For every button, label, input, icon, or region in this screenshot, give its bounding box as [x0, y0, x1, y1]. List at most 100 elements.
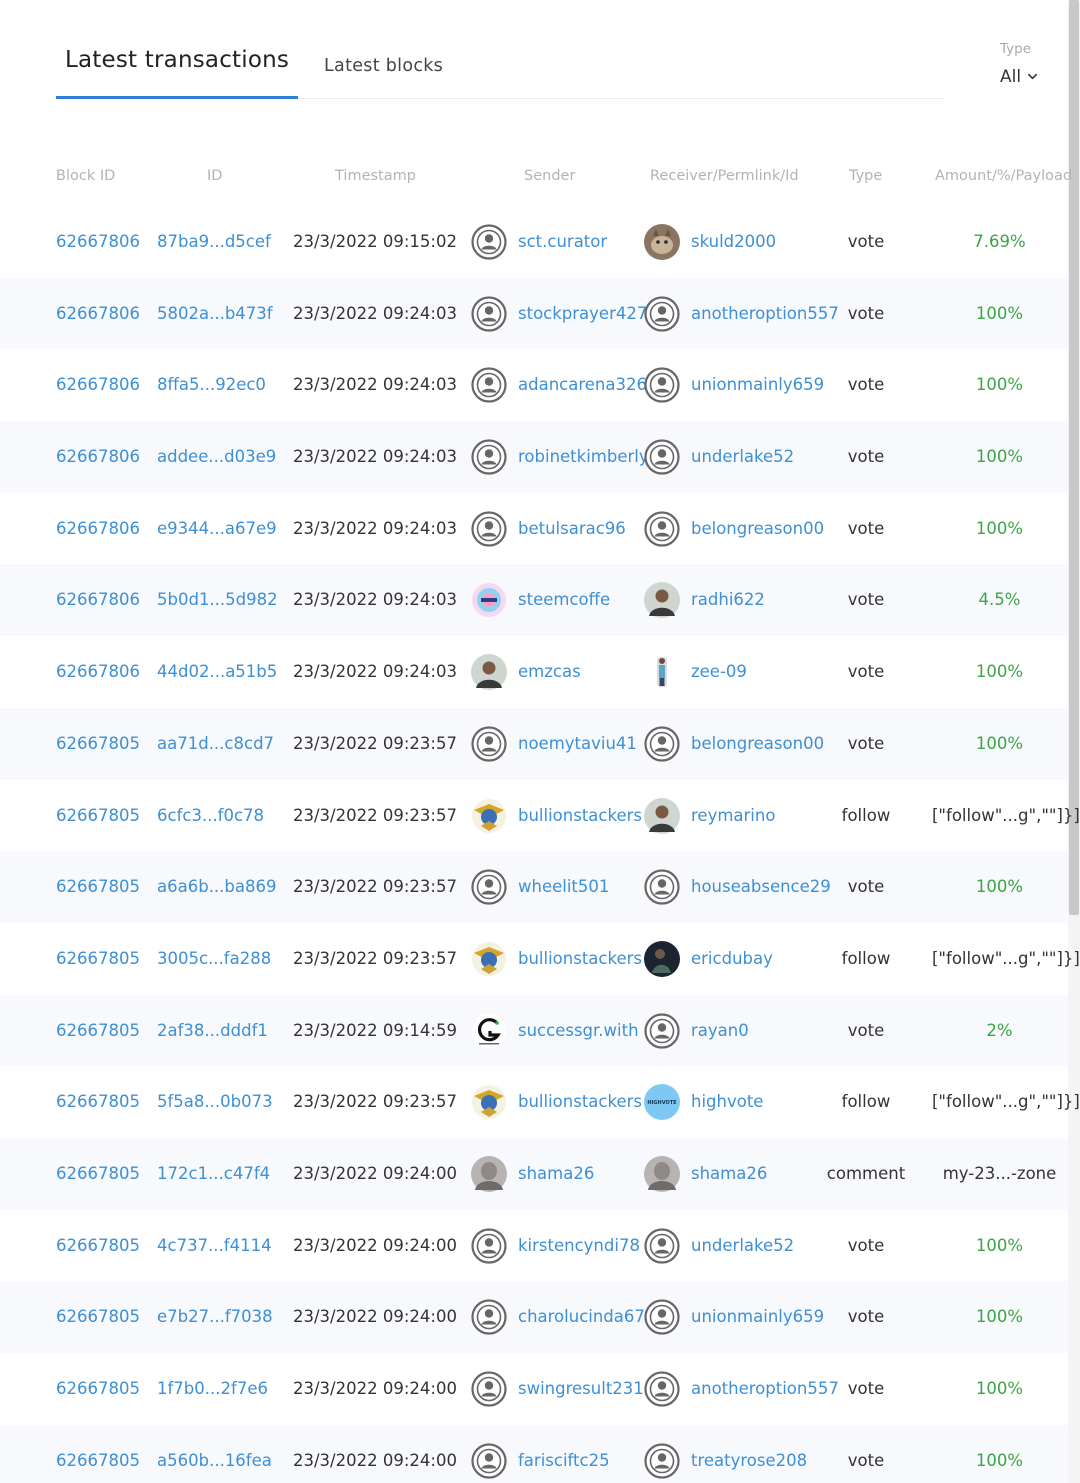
- transaction-id-link[interactable]: addee...d03e9: [157, 421, 276, 493]
- block-id-link[interactable]: 62667805: [56, 780, 140, 852]
- sender-link[interactable]: bullionstackers: [518, 923, 642, 995]
- receiver-link[interactable]: unionmainly659: [691, 1281, 824, 1353]
- sender-link[interactable]: steemcoffe: [518, 564, 610, 636]
- sender-link[interactable]: charolucinda67: [518, 1281, 645, 1353]
- sender-avatar[interactable]: [471, 367, 507, 403]
- block-id-link[interactable]: 62667806: [56, 278, 140, 350]
- receiver-link[interactable]: underlake52: [691, 1210, 794, 1282]
- sender-avatar[interactable]: [471, 654, 507, 691]
- transaction-id-link[interactable]: 4c737...f4114: [157, 1210, 272, 1282]
- transaction-id-link[interactable]: 5802a...b473f: [157, 278, 273, 350]
- sender-link[interactable]: shama26: [518, 1138, 594, 1210]
- sender-link[interactable]: bullionstackers: [518, 1066, 642, 1138]
- sender-avatar[interactable]: [471, 726, 507, 762]
- receiver-avatar[interactable]: [644, 1155, 680, 1192]
- transaction-id-link[interactable]: 5b0d1...5d982: [157, 564, 278, 636]
- sender-avatar[interactable]: [471, 1371, 507, 1407]
- sender-avatar[interactable]: [471, 582, 507, 618]
- block-id-link[interactable]: 62667805: [56, 1210, 140, 1282]
- receiver-link[interactable]: radhi622: [691, 564, 765, 636]
- block-id-link[interactable]: 62667805: [56, 1353, 140, 1425]
- sender-avatar[interactable]: [471, 224, 507, 260]
- block-id-link[interactable]: 62667805: [56, 1138, 140, 1210]
- type-filter[interactable]: Type All: [1000, 40, 1060, 90]
- receiver-avatar[interactable]: [644, 1012, 680, 1049]
- sender-link[interactable]: emzcas: [518, 636, 581, 708]
- sender-link[interactable]: sct.curator: [518, 206, 607, 278]
- block-id-link[interactable]: 62667805: [56, 923, 140, 995]
- sender-link[interactable]: stockprayer427: [518, 278, 647, 350]
- sender-avatar[interactable]: [471, 1084, 507, 1120]
- receiver-avatar[interactable]: [644, 224, 680, 260]
- receiver-link[interactable]: highvote: [691, 1066, 763, 1138]
- receiver-avatar[interactable]: [644, 367, 680, 403]
- receiver-avatar[interactable]: [644, 940, 680, 977]
- scrollbar-track[interactable]: [1068, 0, 1080, 1483]
- sender-link[interactable]: wheelit501: [518, 851, 609, 923]
- receiver-avatar[interactable]: [644, 296, 680, 332]
- sender-link[interactable]: betulsarac96: [518, 493, 626, 565]
- block-id-link[interactable]: 62667805: [56, 1281, 140, 1353]
- sender-link[interactable]: farisciftc25: [518, 1425, 610, 1483]
- block-id-link[interactable]: 62667805: [56, 1425, 140, 1483]
- sender-avatar[interactable]: [471, 798, 507, 834]
- block-id-link[interactable]: 62667806: [56, 206, 140, 278]
- transaction-id-link[interactable]: e9344...a67e9: [157, 493, 277, 565]
- tab-latest-blocks[interactable]: Latest blocks: [298, 40, 468, 99]
- sender-avatar[interactable]: [471, 1443, 507, 1479]
- receiver-avatar[interactable]: [644, 1371, 680, 1407]
- sender-avatar[interactable]: [471, 941, 507, 977]
- sender-avatar[interactable]: [471, 1013, 507, 1049]
- transaction-id-link[interactable]: 2af38...dddf1: [157, 995, 268, 1067]
- receiver-avatar[interactable]: [644, 869, 680, 905]
- transaction-id-link[interactable]: 6cfc3...f0c78: [157, 780, 264, 852]
- sender-link[interactable]: adancarena326: [518, 349, 647, 421]
- transaction-id-link[interactable]: 8ffa5...92ec0: [157, 349, 266, 421]
- transaction-id-link[interactable]: 1f7b0...2f7e6: [157, 1353, 268, 1425]
- receiver-avatar[interactable]: [644, 726, 680, 762]
- block-id-link[interactable]: 62667805: [56, 708, 140, 780]
- sender-link[interactable]: bullionstackers: [518, 780, 642, 852]
- block-id-link[interactable]: 62667806: [56, 421, 140, 493]
- transaction-id-link[interactable]: a560b...16fea: [157, 1425, 272, 1483]
- sender-link[interactable]: robinetkimberly: [518, 421, 649, 493]
- receiver-avatar[interactable]: [644, 582, 680, 619]
- receiver-link[interactable]: skuld2000: [691, 206, 776, 278]
- sender-avatar[interactable]: [471, 1299, 507, 1335]
- sender-avatar[interactable]: [471, 511, 507, 547]
- scrollbar-thumb[interactable]: [1069, 0, 1079, 915]
- transaction-id-link[interactable]: e7b27...f7038: [157, 1281, 273, 1353]
- sender-avatar[interactable]: [471, 439, 507, 475]
- receiver-avatar[interactable]: [644, 439, 680, 475]
- receiver-link[interactable]: zee-09: [691, 636, 747, 708]
- transaction-id-link[interactable]: 87ba9...d5cef: [157, 206, 271, 278]
- sender-avatar[interactable]: [471, 869, 507, 905]
- sender-link[interactable]: kirstencyndi78: [518, 1210, 640, 1282]
- block-id-link[interactable]: 62667806: [56, 349, 140, 421]
- receiver-link[interactable]: reymarino: [691, 780, 775, 852]
- block-id-link[interactable]: 62667805: [56, 851, 140, 923]
- block-id-link[interactable]: 62667805: [56, 995, 140, 1067]
- transaction-id-link[interactable]: 44d02...a51b5: [157, 636, 277, 708]
- receiver-avatar[interactable]: HIGHVOTE: [644, 1084, 680, 1121]
- receiver-avatar[interactable]: [644, 1299, 680, 1335]
- receiver-link[interactable]: belongreason00: [691, 493, 824, 565]
- chevron-down-icon[interactable]: [1027, 71, 1038, 82]
- block-id-link[interactable]: 62667806: [56, 564, 140, 636]
- receiver-link[interactable]: unionmainly659: [691, 349, 824, 421]
- block-id-link[interactable]: 62667806: [56, 493, 140, 565]
- transaction-id-link[interactable]: 3005c...fa288: [157, 923, 271, 995]
- transaction-id-link[interactable]: 172c1...c47f4: [157, 1138, 270, 1210]
- tab-latest-transactions[interactable]: Latest transactions: [56, 40, 298, 99]
- sender-link[interactable]: noemytaviu41: [518, 708, 637, 780]
- receiver-avatar[interactable]: [644, 797, 680, 834]
- receiver-avatar[interactable]: [644, 654, 680, 691]
- sender-avatar[interactable]: [471, 1228, 507, 1264]
- sender-link[interactable]: successgr.with: [518, 995, 639, 1067]
- block-id-link[interactable]: 62667806: [56, 636, 140, 708]
- block-id-link[interactable]: 62667805: [56, 1066, 140, 1138]
- type-filter-select[interactable]: All: [1000, 67, 1021, 87]
- transaction-id-link[interactable]: aa71d...c8cd7: [157, 708, 274, 780]
- receiver-link[interactable]: rayan0: [691, 995, 749, 1067]
- sender-link[interactable]: swingresult231: [518, 1353, 644, 1425]
